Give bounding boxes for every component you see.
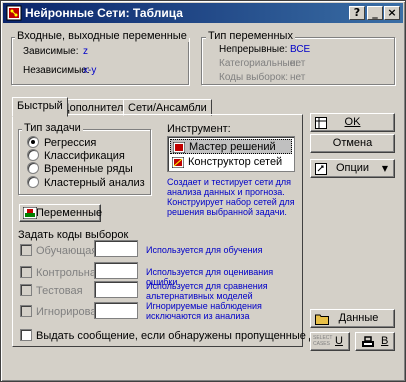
network-builder-icon: [172, 157, 184, 168]
check-training-label: Обучающая: [36, 245, 98, 257]
check-test[interactable]: [20, 284, 32, 296]
independent-label: Независимые:: [23, 65, 90, 76]
continuous-label: Непрерывные:: [219, 44, 288, 55]
check-ignore[interactable]: [20, 305, 32, 317]
wizard-icon: [173, 142, 185, 153]
variables-group-title: Входные, выходные переменные: [15, 30, 189, 42]
test-hint: Используется для сравнения альтернативны…: [146, 281, 268, 301]
folder-icon: [315, 314, 329, 325]
data-button-label: Данные: [338, 312, 379, 324]
ok-button[interactable]: OK: [310, 113, 395, 132]
check-validation[interactable]: [20, 266, 32, 278]
cancel-button-label: Отмена: [332, 137, 373, 149]
help-button[interactable]: ?: [349, 6, 365, 20]
variables-group: [11, 37, 189, 85]
minimize-button[interactable]: _: [367, 6, 383, 20]
codes-label: Коды выборок:: [219, 72, 289, 83]
radio-cluster[interactable]: [27, 176, 39, 188]
radio-classification-label: Классификация: [44, 150, 125, 162]
radio-cluster-label: Кластерный анализ: [44, 177, 145, 189]
categorical-label: Категориальные:: [219, 58, 298, 69]
tool-label: Инструмент:: [167, 123, 231, 135]
tool-item-network-builder[interactable]: Конструктор сетей: [170, 155, 292, 170]
minimize-icon: _: [372, 6, 378, 19]
continuous-value: ВСЕ: [290, 44, 311, 55]
table-icon: [315, 117, 327, 129]
window-title: Нейронные Сети: Таблица: [25, 6, 183, 20]
data-button[interactable]: Данные: [310, 309, 395, 328]
check-test-label: Тестовая: [36, 285, 83, 297]
ok-button-label: OK: [344, 116, 361, 128]
variables-button-label: Переменные: [36, 207, 103, 219]
options-button[interactable]: Опции ▼: [310, 159, 395, 178]
options-button-label: Опции: [335, 162, 370, 174]
radio-regression[interactable]: [27, 136, 39, 148]
dependent-value: z: [83, 46, 88, 57]
dependent-label: Зависимые:: [23, 46, 79, 57]
radio-classification[interactable]: [27, 149, 39, 161]
variable-types-title: Тип переменных: [206, 30, 295, 42]
test-code-input[interactable]: [94, 281, 138, 298]
title-bar[interactable]: Нейронные Сети: Таблица ? _ ×: [3, 3, 403, 23]
validation-code-input[interactable]: [94, 262, 138, 279]
radio-time-series[interactable]: [27, 162, 39, 174]
codes-value: нет: [290, 72, 306, 83]
task-type-title: Тип задачи: [22, 122, 83, 134]
categorical-value: нет: [290, 58, 306, 69]
tab-quick[interactable]: Быстрый: [12, 97, 68, 117]
variables-icon: [23, 207, 37, 219]
check-training[interactable]: [20, 244, 32, 256]
check-missing-data[interactable]: [20, 329, 32, 341]
neural-network-app-icon: [6, 5, 22, 21]
dropdown-arrow-icon: ▼: [381, 164, 388, 173]
weight-key: B: [381, 335, 389, 347]
ignore-code-input[interactable]: [94, 302, 138, 319]
radio-time-series-label: Временные ряды: [44, 163, 133, 175]
independent-value: x-y: [83, 65, 97, 76]
tool-item-network-builder-label: Конструктор сетей: [188, 156, 283, 168]
tool-description: Создает и тестирует сети для анализа дан…: [167, 177, 295, 217]
training-hint: Используется для обучения: [146, 245, 263, 255]
select-cases-label: SELECT CASES: [313, 335, 333, 347]
select-cases-button[interactable]: SELECT CASES U: [310, 332, 350, 351]
variables-button[interactable]: Переменные: [19, 204, 103, 222]
tool-item-solution-wizard-label: Мастер решений: [189, 141, 276, 153]
dialog-window: Нейронные Сети: Таблица ? _ × Входные, в…: [0, 0, 406, 382]
options-icon: [315, 163, 327, 175]
weight-icon: [362, 336, 374, 347]
tool-item-solution-wizard[interactable]: Мастер решений: [170, 139, 292, 154]
cancel-button[interactable]: Отмена: [310, 134, 395, 153]
help-icon: ?: [353, 6, 361, 19]
ignore-hint: Игнорируемые наблюдения исключаются из а…: [146, 301, 262, 321]
tool-listbox[interactable]: Мастер решений Конструктор сетей: [167, 136, 295, 172]
select-cases-key: U: [335, 335, 343, 347]
check-validation-label: Контрольная: [36, 267, 102, 279]
radio-regression-label: Регрессия: [44, 137, 97, 149]
weight-button[interactable]: B: [355, 332, 395, 351]
close-button[interactable]: ×: [384, 6, 400, 20]
check-missing-data-label: Выдать сообщение, если обнаружены пропущ…: [36, 330, 348, 342]
close-icon: ×: [387, 6, 397, 19]
training-code-input[interactable]: [94, 240, 138, 257]
